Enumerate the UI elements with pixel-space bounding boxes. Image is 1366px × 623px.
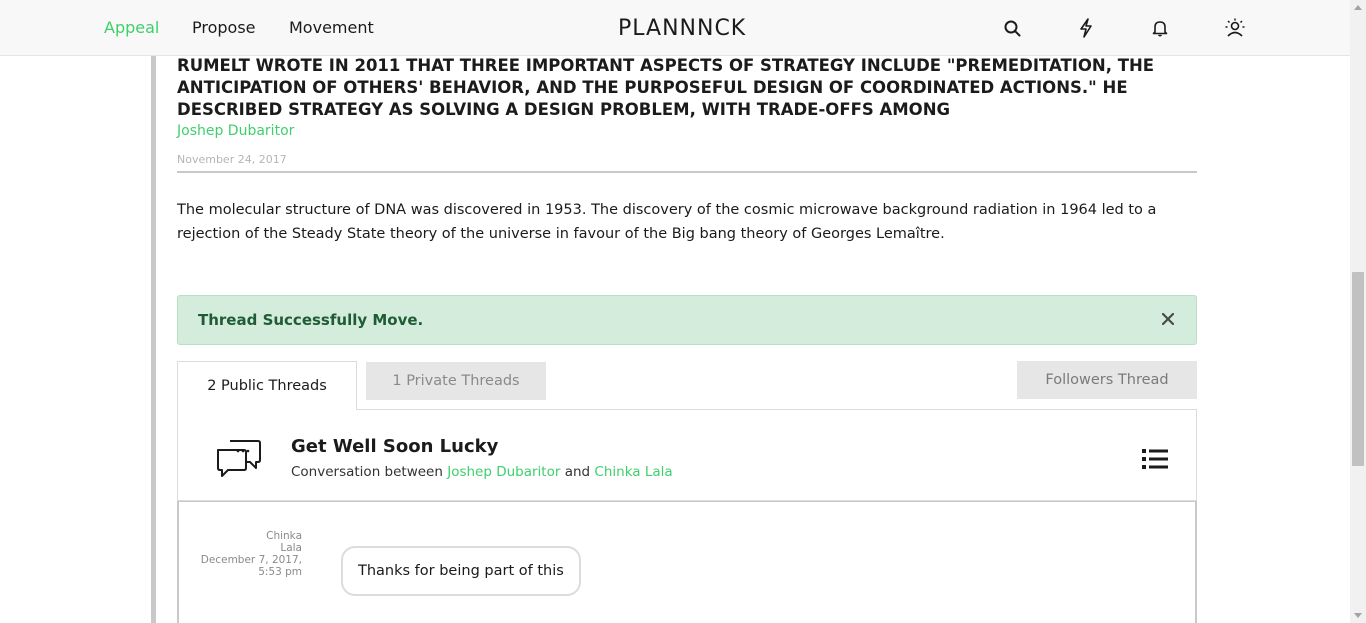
- thread-messages: Chinka Lala December 7, 2017, 5:53 pm Th…: [177, 501, 1197, 623]
- thread-participants: Conversation between Joshep Dubaritor an…: [291, 464, 673, 480]
- nav-link-appeal[interactable]: Appeal: [104, 18, 159, 37]
- nav-link-movement[interactable]: Movement: [289, 18, 374, 37]
- tab-public-threads[interactable]: 2 Public Threads: [177, 361, 357, 410]
- article-divider: [177, 171, 1197, 173]
- scroll-down-icon[interactable]: [1354, 613, 1362, 618]
- user-sun-icon[interactable]: [1224, 17, 1246, 39]
- article-headline: RUMELT WROTE IN 2011 THAT THREE IMPORTAN…: [177, 56, 1155, 119]
- alert-message: Thread Successfully Move.: [198, 311, 424, 329]
- left-rail-divider: [151, 56, 156, 623]
- site-logo[interactable]: PLANNNCK: [618, 16, 746, 41]
- chat-bubbles-icon: [216, 438, 262, 478]
- tab-followers-thread[interactable]: Followers Thread: [1017, 361, 1197, 399]
- scroll-up-icon[interactable]: [1354, 5, 1362, 10]
- lightning-icon[interactable]: [1075, 17, 1097, 39]
- message-author: Chinka: [266, 530, 302, 542]
- success-alert: Thread Successfully Move.: [177, 295, 1197, 345]
- nav-link-propose[interactable]: Propose: [192, 18, 256, 37]
- message-meta: Chinka Lala December 7, 2017, 5:53 pm: [199, 530, 302, 578]
- bell-icon[interactable]: [1149, 17, 1171, 39]
- message-time: 5:53 pm: [258, 566, 302, 578]
- list-menu-icon[interactable]: [1142, 448, 1168, 470]
- thread-header: Get Well Soon Lucky Conversation between…: [177, 409, 1197, 501]
- participant-link[interactable]: Joshep Dubaritor: [447, 464, 560, 480]
- article-author-link[interactable]: Joshep Dubaritor: [177, 123, 294, 139]
- tab-private-threads[interactable]: 1 Private Threads: [366, 362, 546, 400]
- search-icon[interactable]: [1001, 17, 1023, 39]
- message-author: Lala: [280, 542, 302, 554]
- scrollbar-thumb[interactable]: [1352, 272, 1364, 466]
- close-icon[interactable]: [1158, 309, 1178, 329]
- article-date: November 24, 2017: [177, 153, 287, 166]
- thread-sub-prefix: Conversation between: [291, 464, 443, 480]
- thread-sub-and: and: [564, 464, 591, 480]
- thread-title[interactable]: Get Well Soon Lucky: [291, 436, 498, 457]
- article-body: The molecular structure of DNA was disco…: [177, 202, 1157, 242]
- message-date: December 7, 2017,: [200, 554, 302, 566]
- participant-link[interactable]: Chinka Lala: [594, 464, 672, 480]
- top-navbar: Appeal Propose Movement PLANNNCK: [0, 0, 1350, 56]
- message-bubble: Thanks for being part of this: [341, 546, 581, 596]
- page-scrollbar[interactable]: [1350, 0, 1366, 623]
